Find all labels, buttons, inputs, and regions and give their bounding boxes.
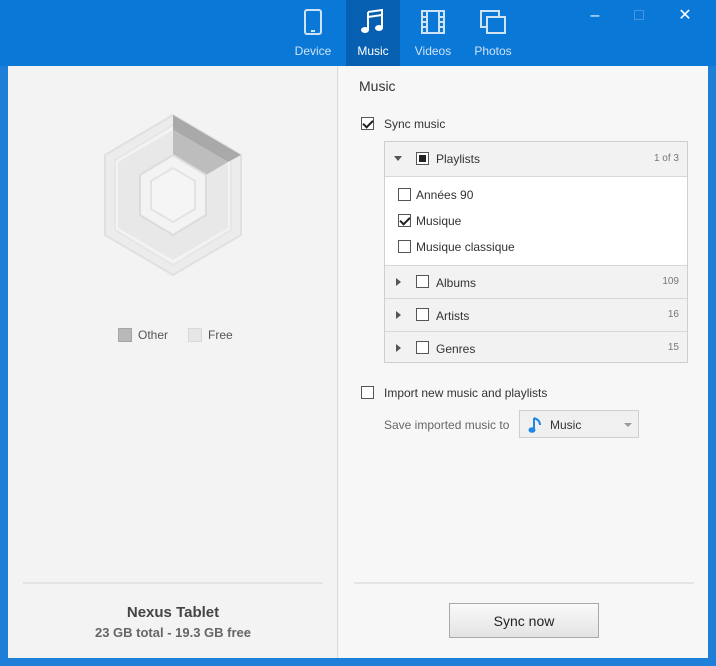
chevron-down-icon [624, 423, 632, 427]
photos-icon [466, 6, 520, 38]
save-to-label: Save imported music to [384, 418, 510, 432]
genres-label: Genres [436, 342, 476, 356]
playlist-label[interactable]: Musique [416, 214, 461, 228]
storage-chart [104, 113, 242, 277]
device-pane: Other Free Nexus Tablet 23 GB total - 19… [8, 66, 338, 658]
legend-free: Free [188, 328, 233, 342]
playlists-checkbox[interactable] [416, 152, 429, 165]
expand-arrow-icon[interactable] [396, 278, 401, 286]
genres-checkbox[interactable] [416, 341, 429, 354]
title-bar: Device Music Videos Photos – □ ✕ [0, 0, 716, 66]
save-to-value: Music [550, 418, 582, 432]
playlist-checkbox-musique-classique[interactable] [398, 240, 411, 253]
playlist-checkbox-musique[interactable] [398, 214, 411, 227]
legend-other: Other [118, 328, 168, 342]
minimize-button[interactable]: – [580, 6, 610, 26]
film-icon [406, 6, 460, 38]
maximize-button[interactable]: □ [624, 6, 654, 26]
artists-label: Artists [436, 309, 470, 323]
tree-row-genres[interactable]: Genres 15 [385, 331, 687, 364]
legend-other-swatch [118, 328, 132, 342]
tab-device-label: Device [294, 44, 332, 58]
music-note-icon [346, 6, 400, 38]
sync-now-button[interactable]: Sync now [449, 603, 599, 638]
artists-count: 16 [667, 309, 679, 320]
playlists-count: 1 of 3 [653, 153, 679, 164]
albums-label: Albums [436, 276, 477, 290]
tree-row-artists[interactable]: Artists 16 [385, 298, 687, 331]
sync-tree: Playlists 1 of 3 Années 90 Musique Musiq… [384, 141, 688, 363]
device-name: Nexus Tablet [126, 604, 220, 621]
sync-music-checkbox[interactable] [361, 117, 374, 130]
playlist-list: Années 90 Musique Musique classique [385, 176, 687, 265]
tree-row-playlists[interactable]: Playlists 1 of 3 [385, 142, 687, 175]
tree-row-albums[interactable]: Albums 109 [385, 265, 687, 298]
albums-checkbox[interactable] [416, 275, 429, 288]
genres-count: 15 [667, 342, 679, 353]
music-note-icon [528, 417, 541, 433]
expand-arrow-icon[interactable] [396, 344, 401, 352]
main-content: Other Free Nexus Tablet 23 GB total - 19… [8, 66, 708, 658]
close-button[interactable]: ✕ [670, 6, 700, 26]
tab-photos-label: Photos [474, 44, 512, 58]
playlist-label[interactable]: Années 90 [416, 188, 473, 202]
divider [23, 582, 323, 584]
tablet-icon [286, 6, 340, 38]
divider [354, 582, 694, 584]
artists-checkbox[interactable] [416, 308, 429, 321]
legend-free-swatch [188, 328, 202, 342]
tab-photos[interactable]: Photos [466, 0, 520, 66]
device-capacity: 23 GB total - 19.3 GB free [94, 625, 252, 640]
playlist-label[interactable]: Musique classique [416, 240, 515, 254]
save-to-dropdown[interactable]: Music [519, 410, 639, 438]
sync-music-label[interactable]: Sync music [384, 117, 445, 131]
expand-arrow-icon[interactable] [396, 311, 401, 319]
import-label[interactable]: Import new music and playlists [384, 386, 547, 400]
section-title: Music [359, 78, 396, 94]
tab-videos-label: Videos [414, 44, 452, 58]
playlist-checkbox-annees-90[interactable] [398, 188, 411, 201]
import-checkbox[interactable] [361, 386, 374, 399]
tab-videos[interactable]: Videos [406, 0, 460, 66]
tab-music[interactable]: Music [346, 0, 400, 66]
playlists-label: Playlists [436, 152, 481, 166]
tab-music-label: Music [357, 44, 389, 58]
music-settings-pane: Music Sync music Playlists 1 of 3 Années… [339, 66, 708, 658]
albums-count: 109 [662, 276, 679, 287]
collapse-arrow-icon[interactable] [394, 156, 402, 161]
tab-device[interactable]: Device [286, 0, 340, 66]
legend-free-label: Free [208, 328, 233, 342]
legend-other-label: Other [138, 328, 169, 342]
